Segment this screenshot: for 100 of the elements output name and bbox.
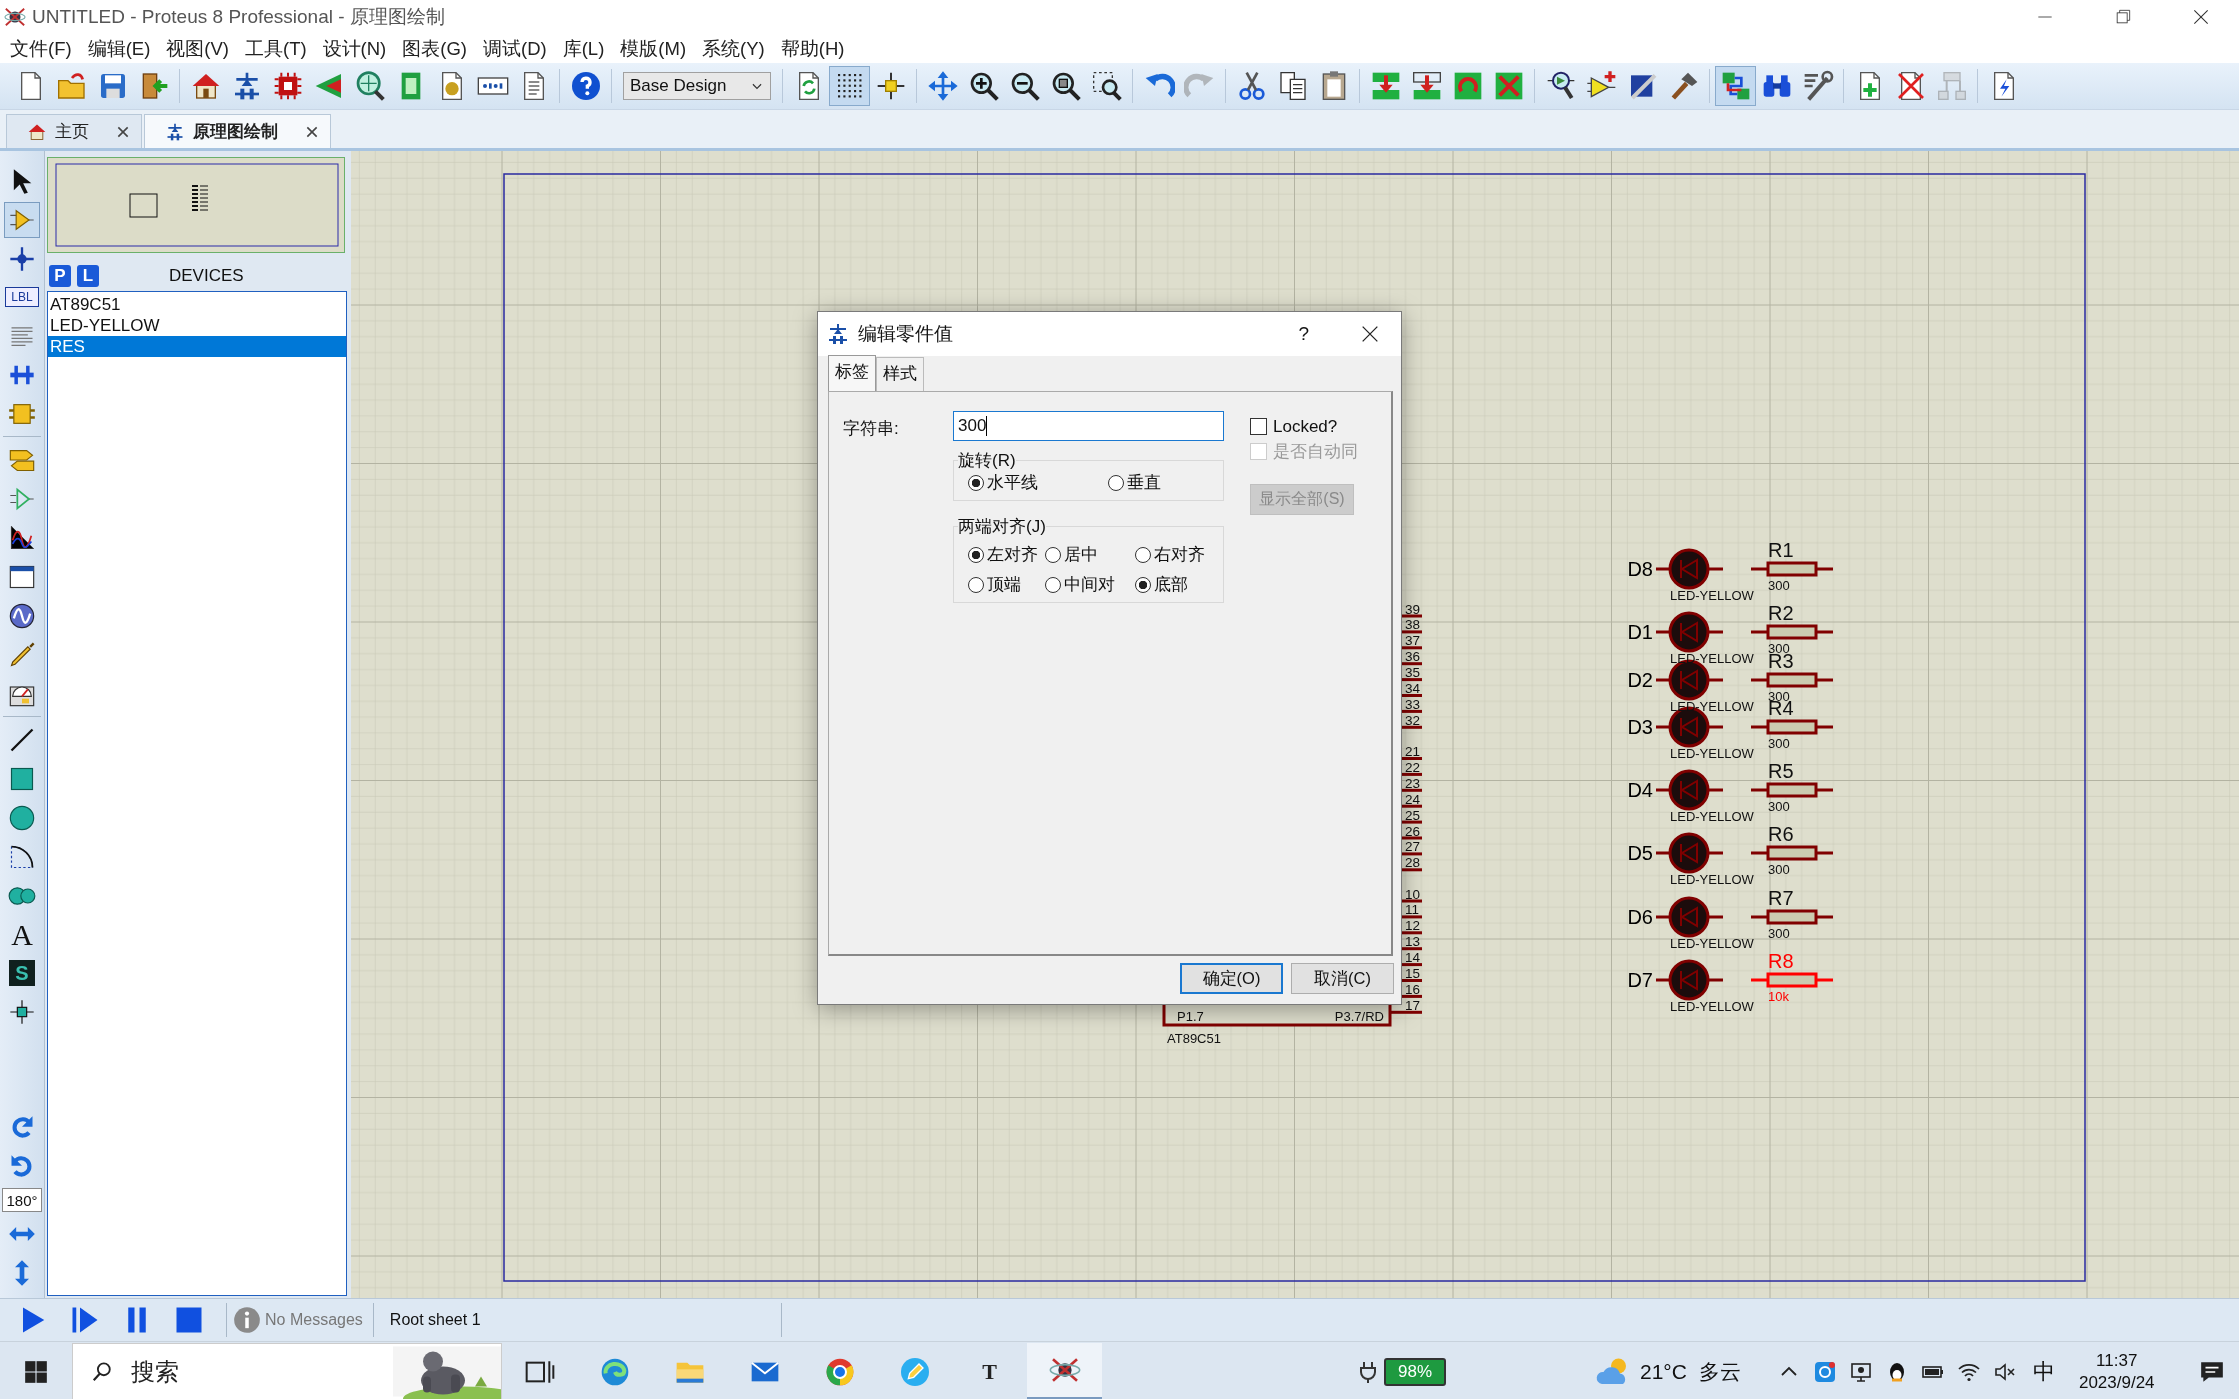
pin-number: 26 [1405, 823, 1421, 839]
document-tab[interactable]: 原理图绘制 [144, 114, 331, 148]
ok-button[interactable]: 确定(O) [1180, 963, 1283, 994]
message-count[interactable]: No Messages [265, 1311, 363, 1329]
schematic-icon [165, 121, 185, 142]
group-title: 旋转(R) [958, 450, 1016, 472]
component-reference: D2 [1627, 669, 1653, 691]
pin-number: 36 [1405, 649, 1421, 665]
pin-number: 10 [1405, 886, 1421, 902]
library-button[interactable]: L [77, 265, 99, 287]
search-field[interactable]: 搜索 [72, 1343, 502, 1399]
group-title: 两端对齐(J) [958, 516, 1046, 538]
library-button[interactable]: P [49, 265, 71, 287]
radio-button[interactable]: 左对齐 [968, 544, 1045, 566]
component-reference: D7 [1627, 969, 1653, 991]
overview-map[interactable] [47, 157, 345, 253]
pin-number: 15 [1405, 966, 1421, 981]
input-method[interactable]: 中 [2032, 1356, 2055, 1387]
radio-button[interactable]: 底部 [1135, 574, 1230, 596]
stop-icon[interactable] [174, 1305, 204, 1335]
menu-item[interactable]: 文件(F) [2, 34, 80, 63]
pin-number: 23 [1405, 775, 1421, 791]
wire-route-icon[interactable] [1715, 66, 1756, 106]
battery-indicator[interactable]: 98% [1384, 1357, 1446, 1386]
pin-number: 24 [1405, 791, 1421, 807]
menu-item[interactable]: 帮助(H) [772, 34, 853, 63]
pin-number: 28 [1405, 855, 1421, 871]
pin-number: 21 [1405, 744, 1421, 759]
component-reference: R2 [1768, 602, 1794, 624]
help-button[interactable]: ? [1290, 323, 1317, 345]
menu-item[interactable]: 库(L) [554, 34, 613, 63]
device-item[interactable]: AT89C51 [48, 294, 346, 315]
cancel-button[interactable]: 取消(C) [1291, 963, 1394, 994]
text-editor-app[interactable]: T [952, 1343, 1027, 1399]
component-reference: D5 [1627, 842, 1653, 864]
menu-item[interactable]: 图表(G) [394, 34, 475, 63]
component-icon[interactable] [4, 201, 40, 238]
pin-number: 11 [1405, 902, 1419, 918]
label-tool[interactable]: LBL [5, 287, 39, 307]
component-value: 300 [1768, 578, 1790, 593]
search-icon [91, 1360, 113, 1383]
pin-number: 35 [1405, 665, 1421, 681]
weather-condition[interactable]: 多云 [1698, 1357, 1741, 1386]
device-item[interactable]: RES [48, 336, 346, 357]
component-reference: D1 [1627, 621, 1653, 643]
component-value: 300 [1768, 736, 1790, 751]
component-reference: R1 [1768, 539, 1794, 561]
component-reference: R6 [1768, 823, 1794, 845]
menu-item[interactable]: 编辑(E) [79, 34, 159, 63]
radio-button[interactable]: 居中 [1045, 544, 1135, 566]
step-icon[interactable] [70, 1305, 100, 1335]
tab[interactable]: 样式 [876, 357, 924, 391]
menu-item[interactable]: 系统(Y) [694, 34, 773, 63]
grid-icon[interactable] [829, 66, 870, 106]
component-reference: D6 [1627, 906, 1653, 928]
text-field[interactable]: 300 [953, 411, 1224, 441]
window-title: UNTITLED - Proteus 8 Professional - 原理图绘制 [32, 5, 445, 29]
component-reference: R7 [1768, 887, 1794, 909]
radio-button[interactable]: 顶端 [968, 574, 1045, 596]
angle-field[interactable]: 180° [2, 1188, 42, 1212]
clock-date[interactable]: 2023/9/24 [2078, 1371, 2155, 1394]
radio-button[interactable]: 右对齐 [1135, 544, 1230, 566]
radio-button[interactable]: 中间对 [1045, 574, 1135, 596]
pin-number: 37 [1405, 633, 1421, 649]
proteus-app-icon[interactable] [1027, 1343, 1102, 1399]
symbol-tool[interactable]: S [9, 960, 35, 986]
component-value: 300 [1768, 862, 1790, 877]
battery-percent: 98% [1398, 1361, 1432, 1382]
pin-number: 27 [1405, 839, 1421, 855]
text-tool[interactable]: A [4, 916, 40, 953]
menu-item[interactable]: 模版(M) [612, 34, 695, 63]
menu-item[interactable]: 调试(D) [475, 34, 555, 63]
pin-number: 14 [1405, 950, 1421, 966]
design-dropdown[interactable]: Base Design [623, 72, 771, 100]
menu-item[interactable]: 视图(V) [158, 34, 237, 63]
component-value: LED-YELLOW [1670, 746, 1754, 761]
app-icon [4, 6, 26, 28]
radio-button[interactable]: 水平线 [968, 472, 1108, 494]
component-value: LED-YELLOW [1670, 588, 1754, 603]
led-symbol [1656, 896, 1723, 938]
schematic-icon [826, 322, 850, 346]
radio-button[interactable]: 垂直 [1108, 472, 1218, 494]
pin-number: 13 [1405, 934, 1421, 950]
pin-number: 33 [1405, 696, 1421, 712]
tab[interactable]: 标签 [828, 355, 876, 391]
document-tab[interactable]: 主页 [6, 114, 142, 148]
menu-item[interactable]: 工具(T) [236, 34, 315, 63]
component-reference: D3 [1627, 716, 1653, 738]
clock-time[interactable]: 11:37 [2096, 1349, 2138, 1372]
device-item[interactable]: LED-YELLOW [48, 315, 346, 336]
led-symbol [1656, 769, 1723, 811]
pin-number: 34 [1405, 681, 1421, 696]
component-value: 10k [1768, 989, 1789, 1004]
info-icon[interactable] [233, 1306, 261, 1334]
component-reference: R8 [1768, 950, 1794, 972]
menu-item[interactable]: 设计(N) [314, 34, 395, 63]
pin-number: 25 [1405, 807, 1421, 823]
checkbox[interactable]: Locked? [1250, 414, 1358, 439]
temperature[interactable]: 21°C [1640, 1359, 1687, 1384]
pin-number: 22 [1405, 759, 1421, 775]
